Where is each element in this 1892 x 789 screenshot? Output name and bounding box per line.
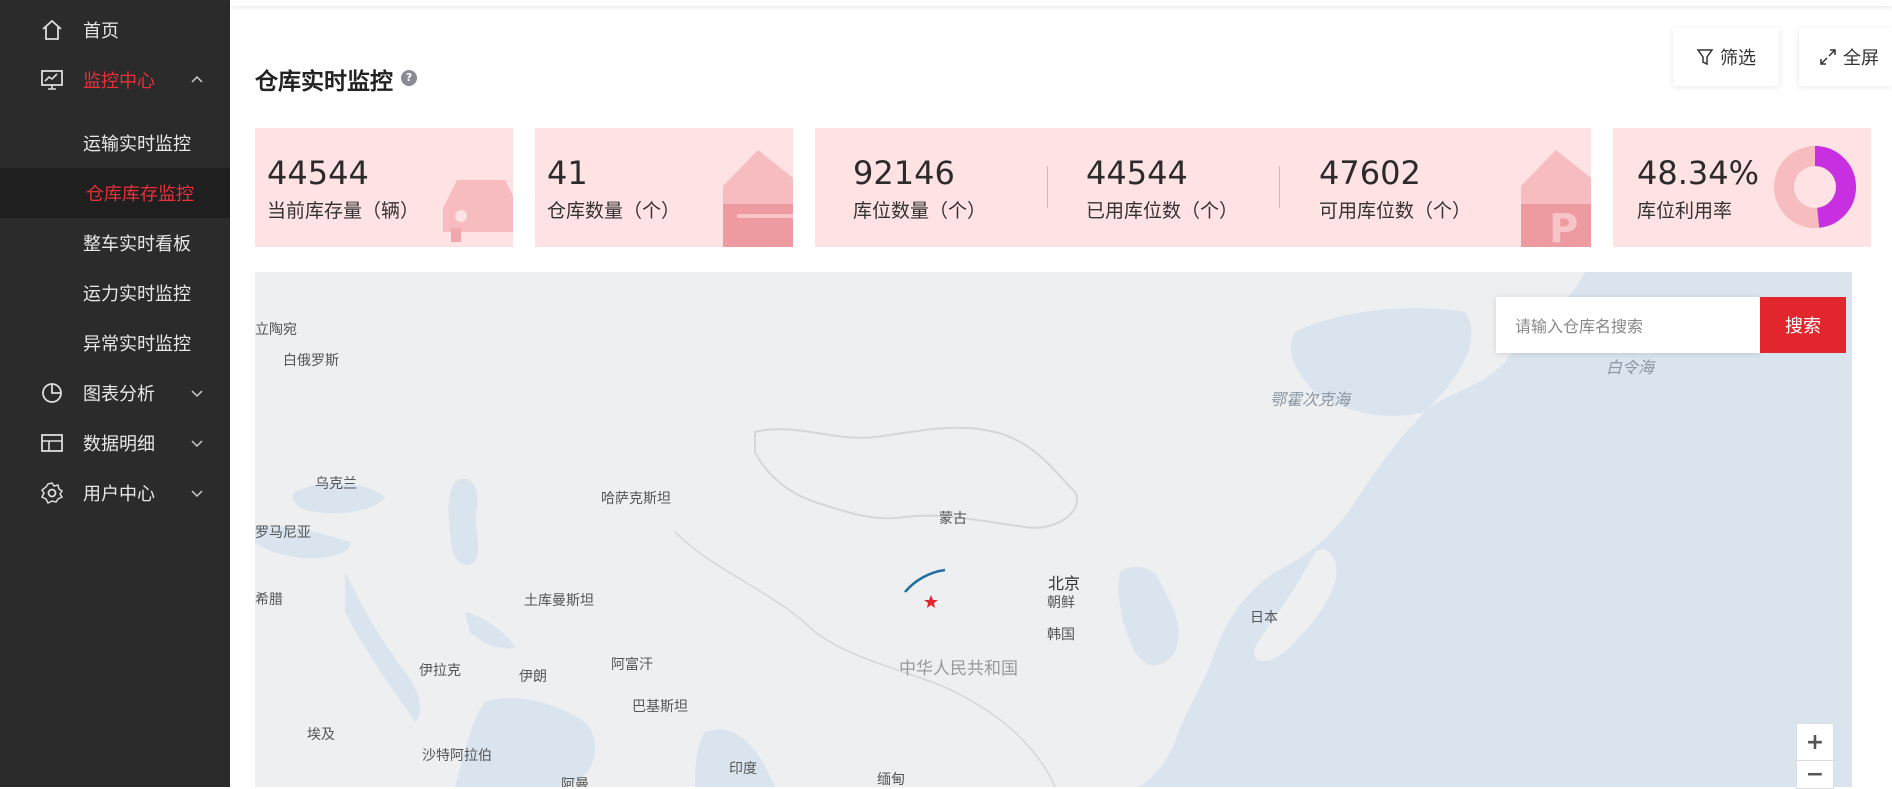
sidebar-item-label: 数据明细 [83,434,155,455]
stat-value: 47602 [1319,154,1421,192]
map-label: 缅甸 [877,772,905,787]
sidebar-item-user-center[interactable]: 用户中心 [0,468,230,518]
monitor-icon [41,70,63,90]
chevron-down-icon [191,490,203,498]
chevron-up-icon [191,75,203,83]
sidebar-item-chart-analysis[interactable]: 图表分析 [0,368,230,418]
stat-caption: 仓库数量（个） [547,200,681,222]
sidebar-item-label: 监控中心 [83,71,155,92]
gear-icon [40,482,64,505]
map-label: 鄂霍次克海 [1270,390,1351,409]
sidebar-item-label: 首页 [83,21,119,42]
utilization-donut [1774,146,1856,228]
map-label: 中华人民共和国 [899,659,1018,679]
stat-caption: 库位利用率 [1637,200,1733,222]
sidebar-sub-label: 整车实时看板 [83,234,191,255]
sidebar-sub-label: 仓库库存监控 [86,184,194,205]
warehouse-icon [723,150,793,247]
top-bar [230,0,1892,6]
stat-caption: 可用库位数（个） [1319,200,1472,222]
zoom-in-button[interactable]: + [1796,723,1834,761]
sidebar-sub-vehicle-board[interactable]: 整车实时看板 [0,218,230,268]
stat-card-warehouses: 41 仓库数量（个） [535,128,793,247]
map-label: 印度 [729,761,757,777]
fullscreen-label: 全屏 [1843,48,1879,69]
stat-card-inventory: 44544 当前库存量（辆） [255,128,513,247]
sidebar-sub-label: 运力实时监控 [83,284,191,305]
map-label: 朝鲜 [1047,595,1075,611]
stat-caption: 当前库存量（辆） [267,200,420,222]
fullscreen-button[interactable]: 全屏 [1799,28,1892,86]
filter-button[interactable]: 筛选 [1673,28,1779,86]
zoom-out-button[interactable]: − [1796,760,1834,789]
chevron-down-icon [191,390,203,398]
help-icon[interactable]: ? [401,70,417,86]
map-label: 埃及 [307,727,335,743]
sidebar-item-label: 图表分析 [83,384,155,405]
stat-value: 44544 [267,154,369,192]
map-label: 白令海 [1606,358,1655,377]
stat-value: 92146 [853,154,955,192]
parking-icon: P [1521,150,1591,247]
map-label: 哈萨克斯坦 [601,491,671,507]
home-icon [42,19,62,40]
sidebar-sub-label: 运输实时监控 [83,134,191,155]
stat-value: 44544 [1086,154,1188,192]
table-icon [41,434,63,452]
map-label: 阿曼 [561,777,589,787]
stat-caption: 已用库位数（个） [1086,200,1239,222]
map-label-beijing: 北京 [1048,574,1081,593]
sidebar-sub-label: 异常实时监控 [83,334,191,355]
sidebar-item-label: 用户中心 [83,484,155,505]
donut-arc [1814,146,1856,228]
stat-value: 48.34% [1637,154,1760,192]
sidebar-sub-transport-monitor[interactable]: 运输实时监控 [0,118,230,168]
map-label: 蒙古 [939,511,967,527]
sidebar-sub-warehouse-monitor[interactable]: 仓库库存监控 [0,168,230,218]
stat-card-utilization: 48.34% 库位利用率 [1613,128,1871,247]
search-button[interactable]: 搜索 [1760,297,1846,353]
expand-icon [1820,49,1836,65]
car-icon [443,180,513,242]
stat-caption: 库位数量（个） [853,200,987,222]
map-label: 乌克兰 [315,476,357,492]
stat-divider [1047,166,1048,208]
map-label: 白俄罗斯 [283,353,339,369]
filter-icon [1696,49,1714,66]
map-label: 希腊 [255,592,283,608]
pie-chart-icon [42,383,62,403]
map-label: 立陶宛 [255,322,297,338]
sidebar-item-data-detail[interactable]: 数据明细 [0,418,230,468]
map-label: 韩国 [1047,627,1075,643]
map-label: 罗马尼亚 [255,525,311,541]
page-title: 仓库实时监控 [255,69,393,95]
map-label: 伊朗 [519,669,547,685]
stat-divider [1279,166,1280,208]
map-label: 沙特阿拉伯 [422,748,492,764]
sidebar: 首页 监控中心 运输实时监控 仓库库存监控 整车实时看板 运力实时监控 异常实时… [0,0,230,787]
map-label: 伊拉克 [419,663,461,679]
filter-label: 筛选 [1720,48,1756,69]
svg-text:P: P [1549,206,1578,247]
sidebar-item-home[interactable]: 首页 [0,5,230,55]
chevron-down-icon [191,440,203,448]
warehouse-search-input[interactable] [1496,297,1761,355]
map-label: 日本 [1250,610,1278,626]
sidebar-item-monitor-center[interactable]: 监控中心 [0,55,230,105]
map-label: 土库曼斯坦 [524,593,594,609]
warehouse-search-box [1496,297,1761,355]
sidebar-sub-capacity-monitor[interactable]: 运力实时监控 [0,268,230,318]
stat-value: 41 [547,154,588,192]
map-label: 巴基斯坦 [632,699,688,715]
sidebar-sub-exception-monitor[interactable]: 异常实时监控 [0,318,230,368]
stat-card-slots: P 92146 库位数量（个） 44544 已用库位数（个） 47602 可用库… [815,128,1591,247]
map-label: 阿富汗 [611,657,653,673]
